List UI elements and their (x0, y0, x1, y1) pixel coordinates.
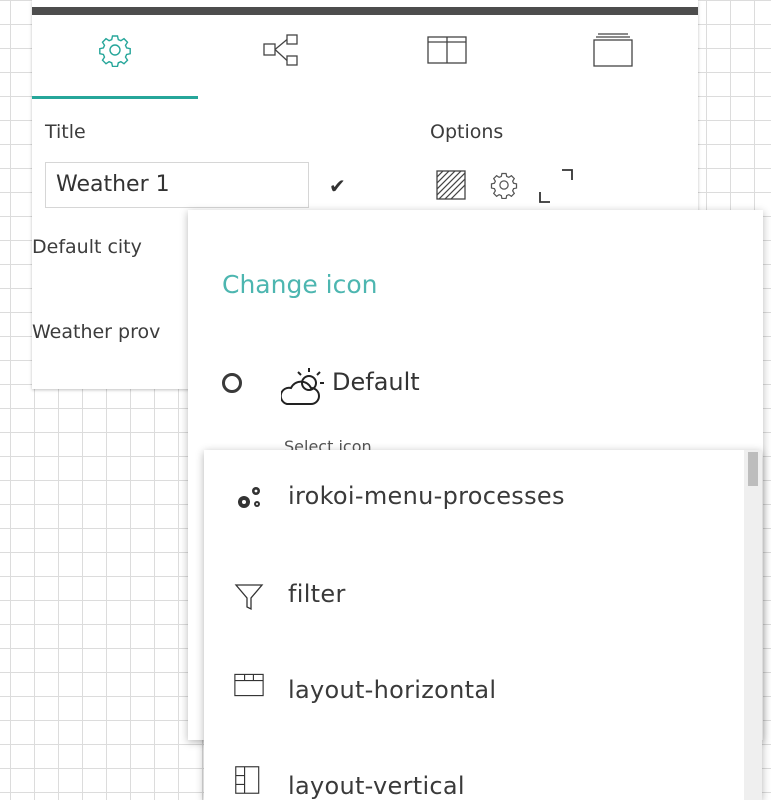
gear-icon (99, 35, 131, 67)
list-item-label: irokoi-menu-processes (288, 482, 565, 510)
hatch-pattern-icon[interactable] (436, 170, 466, 204)
active-tab-indicator (32, 96, 198, 99)
icon-select-dropdown[interactable]: irokoi-menu-processes filter layout-hori… (204, 450, 762, 800)
list-item-label: layout-horizontal (288, 676, 497, 704)
weather-provider-label: Weather prov (32, 321, 161, 343)
gear-icon[interactable] (490, 171, 518, 203)
popover-title: Change icon (222, 270, 378, 299)
dropdown-scrollbar[interactable] (744, 450, 762, 800)
share-nodes-icon (263, 34, 298, 66)
options-label: Options (430, 121, 504, 143)
list-item-label: filter (288, 580, 346, 608)
gears-icon (234, 483, 264, 513)
panel-top-bar (32, 7, 698, 15)
stack-icon (593, 33, 633, 67)
tab-connections[interactable] (198, 18, 364, 82)
title-label: Title (45, 121, 86, 143)
title-input[interactable]: Weather 1 (45, 162, 309, 208)
expand-icon[interactable] (538, 168, 574, 208)
columns-icon (427, 36, 467, 64)
confirm-check-icon[interactable]: ✔ (329, 174, 346, 198)
layout-horizontal-icon (234, 670, 264, 700)
tab-layout[interactable] (364, 18, 530, 82)
tab-settings[interactable] (32, 18, 198, 82)
weather-partly-cloudy-icon (279, 364, 331, 414)
scrollbar-thumb[interactable] (748, 452, 758, 486)
filter-icon (234, 582, 264, 612)
default-icon-radio[interactable] (222, 373, 242, 393)
default-city-label: Default city (32, 236, 142, 258)
list-item-layout-vertical[interactable]: layout-vertical (204, 738, 744, 800)
list-item-filter[interactable]: filter (204, 546, 744, 642)
default-option-label: Default (332, 368, 420, 396)
list-item-layout-horizontal[interactable]: layout-horizontal (204, 642, 744, 738)
list-item-irokoi-menu-processes[interactable]: irokoi-menu-processes (204, 450, 744, 546)
layout-vertical-icon (234, 765, 264, 795)
list-item-label: layout-vertical (288, 772, 465, 800)
tab-stack[interactable] (530, 18, 696, 82)
